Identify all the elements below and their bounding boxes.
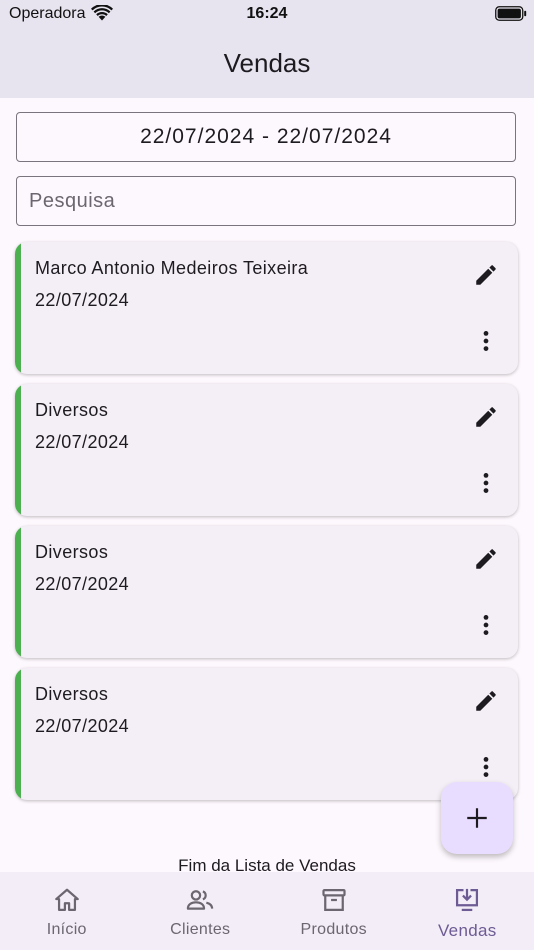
more-options-button[interactable]	[469, 466, 503, 500]
nav-label-inicio: Início	[46, 921, 87, 938]
app-bar: Operadora 16:24 Vendas	[0, 0, 534, 98]
more-options-button[interactable]	[469, 324, 503, 358]
status-time: 16:24	[246, 5, 288, 22]
nav-label-produtos: Produtos	[300, 921, 367, 938]
sales-screen: Operadora 16:24 Vendas 22/07/2024 - 22/0…	[0, 0, 534, 950]
sale-date: 22/07/2024	[35, 716, 130, 736]
card-status-stripe	[15, 242, 21, 374]
search-input[interactable]	[16, 176, 516, 226]
more-vert-icon	[483, 331, 489, 351]
edit-sale-button[interactable]	[469, 542, 503, 576]
sale-date: 22/07/2024	[35, 574, 130, 594]
sale-customer-name: Marco Antonio Medeiros Teixeira	[35, 258, 309, 278]
nav-label-vendas: Vendas	[437, 921, 497, 940]
sale-card[interactable]: Diversos 22/07/2024	[15, 384, 518, 516]
home-icon	[52, 885, 82, 915]
edit-sale-button[interactable]	[469, 684, 503, 718]
pencil-icon	[476, 407, 496, 427]
date-range-picker[interactable]: 22/07/2024 - 22/07/2024	[16, 112, 516, 162]
people-icon	[185, 885, 215, 915]
nav-item-vendas[interactable]: Vendas	[401, 872, 534, 950]
pencil-icon	[476, 549, 496, 569]
sale-date: 22/07/2024	[35, 432, 130, 452]
nav-label-clientes: Clientes	[170, 921, 231, 938]
nav-item-clientes[interactable]: Clientes	[134, 872, 268, 950]
card-status-stripe	[15, 668, 21, 800]
card-status-stripe	[15, 526, 21, 658]
more-vert-icon	[483, 473, 489, 493]
more-options-button[interactable]	[469, 608, 503, 642]
plus-icon	[467, 808, 487, 828]
add-sale-button[interactable]	[441, 782, 513, 854]
download-screen-icon	[452, 885, 482, 915]
pencil-icon	[476, 691, 496, 711]
sale-card[interactable]: Marco Antonio Medeiros Teixeira 22/07/20…	[15, 242, 518, 374]
sale-customer-name: Diversos	[35, 400, 109, 420]
pencil-icon	[476, 265, 496, 285]
sale-customer-name: Diversos	[35, 542, 109, 562]
page-title: Vendas	[223, 48, 311, 78]
nav-item-inicio[interactable]: Início	[0, 872, 134, 950]
sale-card[interactable]: Diversos 22/07/2024	[15, 526, 518, 658]
more-options-button[interactable]	[469, 750, 503, 784]
bottom-navigation: Início Clientes Produtos Vendas	[0, 872, 534, 950]
more-vert-icon	[483, 615, 489, 635]
edit-sale-button[interactable]	[469, 400, 503, 434]
more-vert-icon	[483, 757, 489, 777]
sale-customer-name: Diversos	[35, 684, 109, 704]
nav-item-produtos[interactable]: Produtos	[267, 872, 401, 950]
sale-date: 22/07/2024	[35, 290, 130, 310]
archive-icon	[319, 885, 349, 915]
sale-card[interactable]: Diversos 22/07/2024	[15, 668, 518, 800]
edit-sale-button[interactable]	[469, 258, 503, 292]
battery-icon	[495, 6, 527, 21]
card-status-stripe	[15, 384, 21, 516]
date-range-value: 22/07/2024 - 22/07/2024	[140, 125, 392, 148]
